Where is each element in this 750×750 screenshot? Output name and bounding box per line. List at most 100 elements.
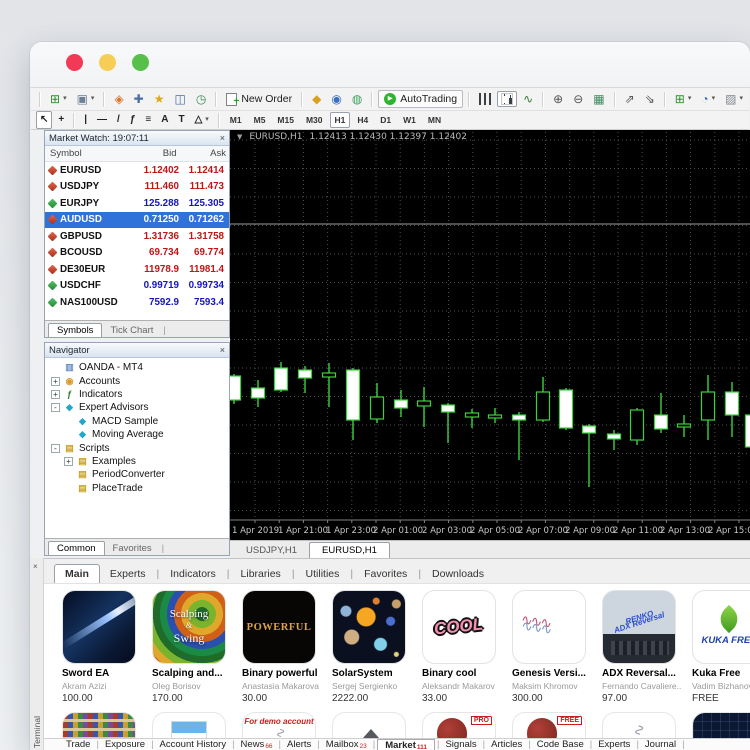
product-card[interactable]: POWERFULBinary powerfulAnastasia Makarov… xyxy=(237,584,321,712)
tree-item-examples[interactable]: +▤Examples xyxy=(45,455,229,468)
terminal-tab-news[interactable]: News66 xyxy=(237,739,277,750)
market-tab-indicators[interactable]: Indicators xyxy=(160,565,226,583)
product-author[interactable]: Fernando Cavaliere... xyxy=(597,681,681,691)
indicator-windows-button[interactable]: ⇘ xyxy=(641,90,659,108)
chart-profiles-button[interactable]: ▣▾ xyxy=(73,90,99,108)
product-author[interactable]: Vadim Bizhanov xyxy=(687,681,750,691)
product-title[interactable]: Sword EA xyxy=(57,668,141,679)
chart-tab-eurusd-h1[interactable]: EURUSD,H1 xyxy=(309,542,390,558)
fibonacci-tool-button[interactable]: ƒ xyxy=(126,111,140,129)
product-card[interactable] xyxy=(147,712,231,740)
shapes-tool-button[interactable]: △▾ xyxy=(191,111,213,129)
metaeditor-button[interactable]: ◆ xyxy=(308,90,325,108)
product-card[interactable]: KUKA FREEKuka FreeVadim BizhanovFREE xyxy=(687,584,750,712)
market-watch-row[interactable]: USDCHF0.997190.99734 xyxy=(45,278,229,295)
data-window-toggle-button[interactable]: ✚ xyxy=(130,90,148,108)
chart-tab-usdjpy-h1[interactable]: USDJPY,H1 xyxy=(234,543,309,558)
tree-expander-icon[interactable]: + xyxy=(51,377,60,386)
tree-item-scripts[interactable]: -▤Scripts xyxy=(45,441,229,454)
terminal-tab-signals[interactable]: Signals xyxy=(441,739,480,750)
close-icon[interactable]: × xyxy=(33,562,38,571)
product-title[interactable]: Genesis Versi... xyxy=(507,668,591,679)
tree-expander-icon[interactable]: + xyxy=(51,390,60,399)
product-card[interactable]: SolarSystemSergej Sergienko2222.00 xyxy=(327,584,411,712)
market-tab-experts[interactable]: Experts xyxy=(100,565,156,583)
text-tool-button[interactable]: A xyxy=(157,111,172,129)
market-watch-row[interactable]: BCOUSD69.73469.774 xyxy=(45,245,229,262)
tree-item-placetrade[interactable]: ▤PlaceTrade xyxy=(45,482,229,495)
product-card[interactable]: For demo account xyxy=(237,712,321,740)
tree-item-moving-average[interactable]: ◆Moving Average xyxy=(45,428,229,441)
market-tab-utilities[interactable]: Utilities xyxy=(296,565,350,583)
product-title[interactable]: Scalping and... xyxy=(147,668,231,679)
minimize-window-button[interactable] xyxy=(99,54,116,71)
product-card[interactable] xyxy=(687,712,750,740)
product-card[interactable]: ADX ReversalRENKOADX Reversal...Fernando… xyxy=(597,584,681,712)
timeframe-d1-button[interactable]: D1 xyxy=(375,112,396,128)
terminal-tab-experts[interactable]: Experts xyxy=(594,739,634,750)
add-indicator-button[interactable]: ⊞▾ xyxy=(671,90,696,108)
timeframe-mn-button[interactable]: MN xyxy=(423,112,446,128)
connection-button[interactable]: ◍ xyxy=(348,90,366,108)
crosshair-tool-button[interactable]: + xyxy=(54,111,68,129)
product-author[interactable]: Anastasia Makarova xyxy=(237,681,321,691)
product-card[interactable] xyxy=(327,712,411,740)
market-watch-row[interactable]: USDJPY111.460111.473 xyxy=(45,179,229,196)
timeframe-h1-button[interactable]: H1 xyxy=(330,112,351,128)
product-title[interactable]: SolarSystem xyxy=(327,668,411,679)
tree-item-expert-advisors[interactable]: -◆Expert Advisors xyxy=(45,401,229,414)
market-tab-favorites[interactable]: Favorites xyxy=(354,565,417,583)
close-icon[interactable]: × xyxy=(220,345,225,355)
product-author[interactable]: Akram Azizi xyxy=(57,681,141,691)
new-order-button[interactable]: New Order xyxy=(222,90,296,108)
indicators-list-button[interactable]: ⇗ xyxy=(621,90,639,108)
timeframe-w1-button[interactable]: W1 xyxy=(398,112,421,128)
product-card[interactable]: Scalping&SwingScalping and...Oleg Boriso… xyxy=(147,584,231,712)
product-title[interactable]: Binary powerful xyxy=(237,668,321,679)
product-title[interactable]: Binary cool xyxy=(417,668,501,679)
candlestick-mode-button[interactable] xyxy=(497,91,517,107)
close-icon[interactable]: × xyxy=(220,133,225,143)
trendline-tool-button[interactable]: / xyxy=(113,111,124,129)
tree-item-macd-sample[interactable]: ◆MACD Sample xyxy=(45,415,229,428)
tree-item-periodconverter[interactable]: ▤PeriodConverter xyxy=(45,468,229,481)
price-chart[interactable]: 1 Apr 20191 Apr 21:001 Apr 23:002 Apr 01… xyxy=(230,130,750,540)
market-watch-row[interactable]: AUDUSD0.712500.71262 xyxy=(45,212,229,229)
line-chart-mode-button[interactable]: ∿ xyxy=(519,90,537,108)
market-watch-row[interactable]: EURUSD1.124021.12414 xyxy=(45,162,229,179)
periods-button[interactable]: ◔▾ xyxy=(697,90,719,108)
new-chart-button[interactable]: ⊞▾ xyxy=(46,90,71,108)
vertical-line-tool-button[interactable]: | xyxy=(80,111,91,129)
column-ask[interactable]: Ask xyxy=(183,148,230,159)
market-watch-row[interactable]: GBPUSD1.317361.31758 xyxy=(45,228,229,245)
terminal-toggle-button[interactable]: ◫ xyxy=(171,90,190,108)
terminal-tab-mailbox[interactable]: Mailbox23 xyxy=(322,739,371,750)
terminal-tab-trade[interactable]: Trade xyxy=(62,739,94,750)
timeframe-m15-button[interactable]: M15 xyxy=(272,112,299,128)
market-watch-row[interactable]: NAS100USD7592.97593.4 xyxy=(45,294,229,311)
chart-dropdown-icon[interactable]: ▼ xyxy=(237,133,242,141)
label-tool-button[interactable]: T xyxy=(174,111,188,129)
timeframe-h4-button[interactable]: H4 xyxy=(352,112,373,128)
tab-favorites[interactable]: Favorites xyxy=(105,542,160,555)
terminal-tab-articles[interactable]: Articles xyxy=(487,739,526,750)
templates-button[interactable]: ▨▾ xyxy=(721,90,747,108)
terminal-tab-market[interactable]: Market111 xyxy=(377,739,435,750)
market-watch-toggle-button[interactable]: ◈ xyxy=(110,90,127,108)
column-bid[interactable]: Bid xyxy=(123,148,177,159)
product-card[interactable]: Genesis Versi...Maksim Khromov300.00 xyxy=(507,584,591,712)
product-card[interactable]: COOLBinary coolAleksandr Makarov33.00 xyxy=(417,584,501,712)
terminal-tab-journal[interactable]: Journal xyxy=(641,739,680,750)
tree-item-accounts[interactable]: +◉Accounts xyxy=(45,374,229,387)
timeframe-m1-button[interactable]: M1 xyxy=(225,112,247,128)
tree-item-indicators[interactable]: +ƒIndicators xyxy=(45,388,229,401)
terminal-tab-alerts[interactable]: Alerts xyxy=(283,739,315,750)
tree-expander-icon[interactable]: + xyxy=(64,457,73,466)
tree-expander-icon[interactable]: - xyxy=(51,444,60,453)
market-watch-row[interactable]: DE30EUR11978.911981.4 xyxy=(45,261,229,278)
product-card[interactable]: Sword EAAkram Azizi100.00 xyxy=(57,584,141,712)
mql5-community-button[interactable]: ◉ xyxy=(327,90,345,108)
zoom-window-button[interactable] xyxy=(132,54,149,71)
terminal-tab-exposure[interactable]: Exposure xyxy=(101,739,149,750)
terminal-tab-account-history[interactable]: Account History xyxy=(156,739,231,750)
